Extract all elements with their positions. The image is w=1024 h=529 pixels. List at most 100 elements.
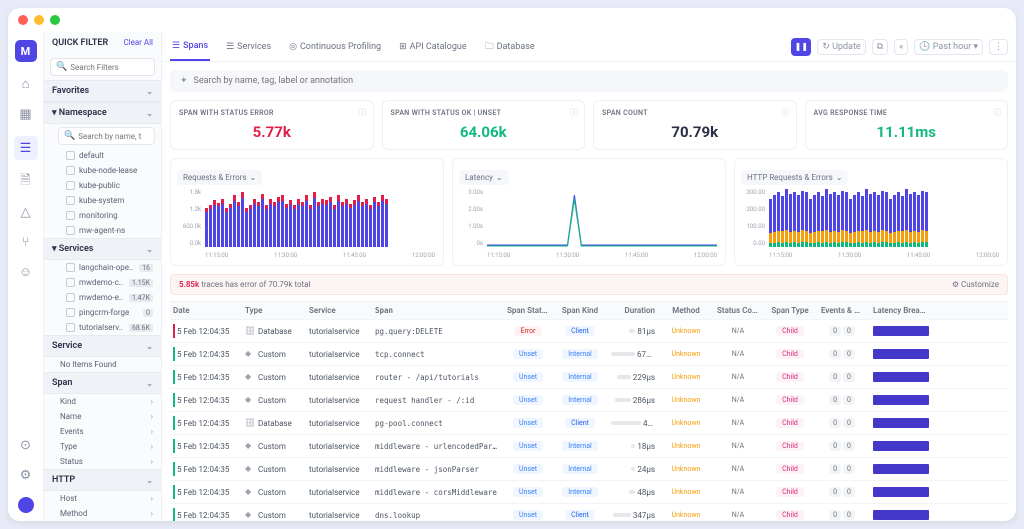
column-header[interactable]: Span <box>372 306 500 315</box>
grid-icon[interactable]: ▦ <box>18 106 34 122</box>
table-row[interactable]: 5 Feb 12:04:35 🗄Database tutorialservice… <box>170 320 1008 343</box>
namespace-search-input[interactable] <box>78 132 149 141</box>
copy-button[interactable]: ⧉ <box>872 39 888 55</box>
column-header[interactable]: Service <box>306 306 368 315</box>
branch-icon[interactable]: ⑂ <box>18 234 34 250</box>
column-header[interactable]: Span Type <box>766 306 814 315</box>
pause-button[interactable]: ❚❚ <box>791 38 811 56</box>
search-icon: 🔍 <box>64 131 75 141</box>
collapse-button[interactable]: « <box>894 39 908 55</box>
kpi-card: ⓘAVG RESPONSE TIME11.11ms <box>805 100 1009 150</box>
home-icon[interactable]: ⌂ <box>18 76 34 92</box>
namespace-item[interactable]: kube-node-lease <box>44 163 161 178</box>
chevron-down-icon: ⌄ <box>146 342 153 351</box>
service-item[interactable]: pingcrm-forge0 <box>44 305 161 320</box>
bot-icon[interactable]: ☺ <box>18 264 34 280</box>
more-button[interactable]: ⋮ <box>989 39 1008 55</box>
tab-spans[interactable]: ☰ Spans <box>170 32 210 61</box>
main-search[interactable]: ✦ <box>170 70 1008 92</box>
namespace-section[interactable]: ▾ Namespace⌄ <box>44 102 161 124</box>
column-header[interactable]: Events & Logs <box>818 306 866 315</box>
span-section[interactable]: Span⌄ <box>44 372 161 394</box>
custom-icon: ◆ <box>245 372 255 382</box>
column-header[interactable]: Duration <box>608 306 658 315</box>
quick-filter-title: QUICK FILTER <box>52 38 108 48</box>
avatar-icon[interactable] <box>18 497 34 513</box>
tab-services[interactable]: ☰ Services <box>224 32 273 61</box>
maximize-dot[interactable] <box>50 15 60 25</box>
chevron-down-icon: ⌄ <box>146 245 153 254</box>
column-header[interactable]: Date <box>170 306 238 315</box>
update-button[interactable]: ↻ Update <box>817 39 865 55</box>
table-row[interactable]: 5 Feb 12:04:35 ◆Custom tutorialservice r… <box>170 366 1008 389</box>
namespace-item[interactable]: default <box>44 148 161 163</box>
column-header[interactable]: Span Status <box>504 306 552 315</box>
clear-all-link[interactable]: Clear All <box>123 38 153 48</box>
table-row[interactable]: 5 Feb 12:04:35 ◆Custom tutorialservice d… <box>170 504 1008 521</box>
chevron-down-icon: ⌄ <box>146 476 153 485</box>
close-dot[interactable] <box>18 15 28 25</box>
column-header[interactable]: Type <box>242 306 302 315</box>
namespace-item[interactable]: mw-agent-ns <box>44 223 161 238</box>
favorites-section[interactable]: Favorites⌄ <box>44 80 161 102</box>
services-section[interactable]: ▾ Services⌄ <box>44 238 161 260</box>
table-row[interactable]: 5 Feb 12:04:35 ◆Custom tutorialservice m… <box>170 458 1008 481</box>
chevron-down-icon: ⌄ <box>146 87 153 96</box>
http-filter-item[interactable]: Method› <box>44 506 161 521</box>
tab-profiling[interactable]: ◎ Continuous Profiling <box>287 32 383 61</box>
table-row[interactable]: 5 Feb 12:04:35 ◆Custom tutorialservice m… <box>170 435 1008 458</box>
column-header[interactable]: Latency Breakdown <box>870 306 930 315</box>
table-row[interactable]: 5 Feb 12:04:35 ◆Custom tutorialservice t… <box>170 343 1008 366</box>
customize-button[interactable]: ⚙ Customize <box>952 280 999 289</box>
app-logo[interactable]: M <box>15 40 37 62</box>
icon-rail: M ⌂ ▦ ☰ 🗎 △ ⑂ ☺ ⊙ ⚙ <box>8 32 44 521</box>
table-row[interactable]: 5 Feb 12:04:35 ◆Custom tutorialservice m… <box>170 481 1008 504</box>
span-filter-item[interactable]: Status› <box>44 454 161 469</box>
main-search-input[interactable] <box>194 76 998 86</box>
service-section[interactable]: Service⌄ <box>44 335 161 357</box>
column-header[interactable]: Method <box>662 306 710 315</box>
service-item[interactable]: tutorialserv..68.6K <box>44 320 161 335</box>
span-filter-item[interactable]: Kind› <box>44 394 161 409</box>
namespace-search[interactable]: 🔍 <box>58 127 155 145</box>
span-filter-item[interactable]: Name› <box>44 409 161 424</box>
service-item[interactable]: langchain-ope..16 <box>44 260 161 275</box>
settings-icon[interactable]: ⚙ <box>18 467 34 483</box>
traces-icon[interactable]: ☰ <box>14 136 38 160</box>
chart-http: HTTP Requests & Errors ⌄ 300.00200.00100… <box>734 158 1008 266</box>
no-items-text: No Items Found <box>44 357 161 372</box>
file-icon[interactable]: 🗎 <box>18 174 34 190</box>
table-row[interactable]: 5 Feb 12:04:35 ◆Custom tutorialservice r… <box>170 389 1008 412</box>
info-icon[interactable]: ⓘ <box>782 107 790 118</box>
service-item[interactable]: mwdemo-c..1.15K <box>44 275 161 290</box>
chart-dropdown[interactable]: Requests & Errors ⌄ <box>177 170 262 185</box>
chart-dropdown[interactable]: Latency ⌄ <box>459 170 509 185</box>
http-section[interactable]: HTTP⌄ <box>44 469 161 491</box>
chart-dropdown[interactable]: HTTP Requests & Errors ⌄ <box>741 170 848 185</box>
filter-search[interactable]: 🔍 <box>50 58 155 76</box>
error-summary: 5.85k traces has error of 70.79k total ⚙… <box>170 274 1008 295</box>
filter-search-input[interactable] <box>70 63 149 72</box>
http-filter-item[interactable]: Host› <box>44 491 161 506</box>
time-range-button[interactable]: 🕓 Past hour ▾ <box>914 39 983 55</box>
info-icon[interactable]: ⓘ <box>359 107 367 118</box>
service-item[interactable]: mwdemo-e..1.47K <box>44 290 161 305</box>
table-row[interactable]: 5 Feb 12:04:35 🗄Database tutorialservice… <box>170 412 1008 435</box>
headset-icon[interactable]: ⊙ <box>18 437 34 453</box>
namespace-item[interactable]: monitoring <box>44 208 161 223</box>
minimize-dot[interactable] <box>34 15 44 25</box>
column-header[interactable]: Span Kind <box>556 306 604 315</box>
namespace-item[interactable]: kube-public <box>44 178 161 193</box>
column-header[interactable]: Status Code <box>714 306 762 315</box>
info-icon[interactable]: ⓘ <box>570 107 578 118</box>
filter-sidebar: QUICK FILTER Clear All 🔍 Favorites⌄ ▾ Na… <box>44 32 162 521</box>
info-icon[interactable]: ⓘ <box>993 107 1001 118</box>
tab-api[interactable]: ⊞ API Catalogue <box>397 32 468 61</box>
warning-icon[interactable]: △ <box>18 204 34 220</box>
span-filter-item[interactable]: Type› <box>44 439 161 454</box>
span-filter-item[interactable]: Events› <box>44 424 161 439</box>
tab-database[interactable]: 🗀 Database <box>483 32 537 61</box>
search-icon: 🔍 <box>56 62 67 72</box>
namespace-item[interactable]: kube-system <box>44 193 161 208</box>
chart-latency: Latency ⌄ 3.00s2.00s1.00s0s 11:15:0011:3… <box>452 158 726 266</box>
